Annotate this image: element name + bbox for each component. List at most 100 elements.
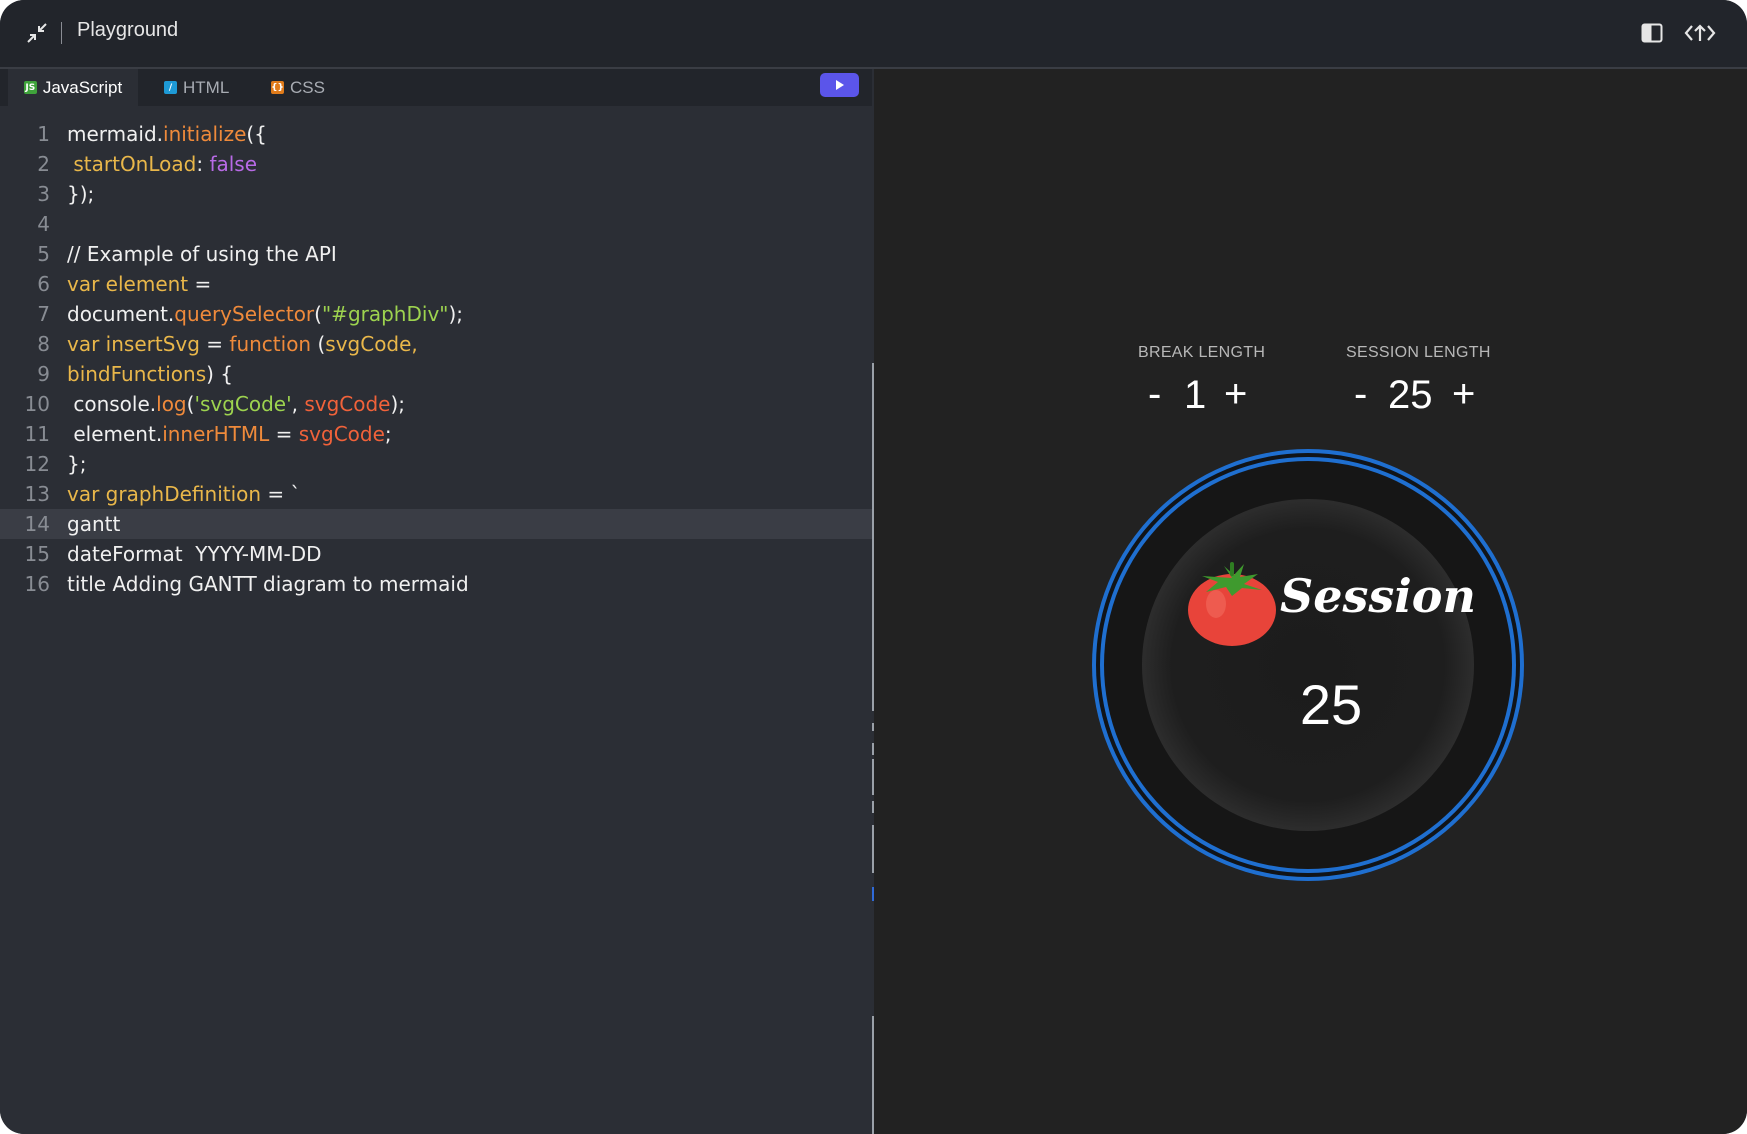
- code-token: startOnLoad: [73, 152, 197, 176]
- code-line[interactable]: 5 // Example of using the API: [0, 239, 872, 269]
- code-line[interactable]: 9 bindFunctions) {: [0, 359, 872, 389]
- code-token: element.: [67, 422, 163, 446]
- code-line[interactable]: 14 gantt: [0, 509, 872, 539]
- code-token: "#graphDiv": [321, 302, 449, 326]
- title-separator: [61, 22, 62, 44]
- timer-display: 25: [1299, 673, 1363, 736]
- playground-window: Playground JS JavaScript / HTML {} CSS 1…: [0, 0, 1747, 1134]
- play-icon: [835, 80, 844, 90]
- editor-tab-bar: JS JavaScript / HTML {} CSS: [0, 69, 872, 106]
- line-number: 11: [24, 422, 50, 446]
- clock-session-label: Session: [1280, 569, 1476, 623]
- break-length-value: 1: [1184, 373, 1207, 417]
- code-line[interactable]: 15 dateFormat YYYY-MM-DD: [0, 539, 872, 569]
- code-token: = `: [261, 482, 301, 506]
- tab-javascript[interactable]: JS JavaScript: [8, 69, 138, 106]
- code-token: initialize: [163, 122, 247, 146]
- break-decrement-button[interactable]: -: [1148, 374, 1161, 414]
- code-token: title Adding GANTT diagram to mermaid: [67, 572, 469, 596]
- code-token: (: [311, 332, 326, 356]
- code-token: svgCode,: [325, 332, 418, 356]
- session-clock[interactable]: [1090, 447, 1526, 883]
- tab-label: JavaScript: [42, 77, 123, 97]
- code-line[interactable]: 3});: [0, 179, 872, 209]
- line-number: 15: [24, 542, 50, 566]
- code-text: gantt: [67, 509, 120, 539]
- line-number: 10: [24, 392, 50, 416]
- code-token: =: [188, 272, 212, 296]
- code-text: var insertSvg = function (svgCode,: [67, 329, 418, 359]
- tab-label: CSS: [290, 77, 325, 97]
- tab-html[interactable]: / HTML: [164, 69, 229, 106]
- code-token: });: [67, 182, 95, 206]
- code-text: document.querySelector("#graphDiv");: [67, 299, 463, 329]
- code-token: };: [67, 452, 87, 476]
- code-token: svgCode: [304, 392, 391, 416]
- code-token: var insertSvg: [67, 332, 200, 356]
- session-length-value: 25: [1388, 373, 1433, 417]
- session-decrement-button[interactable]: -: [1354, 374, 1367, 414]
- code-token: console.: [67, 392, 157, 416]
- code-token: innerHTML: [162, 422, 270, 446]
- code-line[interactable]: 7 document.querySelector("#graphDiv");: [0, 299, 872, 329]
- code-token: ) {: [206, 362, 234, 386]
- code-text: bindFunctions) {: [67, 359, 233, 389]
- code-text: dateFormat YYYY-MM-DD: [67, 539, 322, 569]
- code-line[interactable]: 16 title Adding GANTT diagram to mermaid: [0, 569, 872, 599]
- html-icon: /: [164, 81, 177, 94]
- code-token: function: [229, 332, 312, 356]
- code-text: var element =: [67, 269, 211, 299]
- share-icon[interactable]: [1684, 20, 1716, 46]
- code-text: title Adding GANTT diagram to mermaid: [67, 569, 469, 599]
- code-text: mermaid.initialize({: [67, 119, 267, 149]
- run-button[interactable]: [820, 73, 859, 97]
- code-token: querySelector: [174, 302, 315, 326]
- break-increment-button[interactable]: +: [1224, 374, 1247, 414]
- code-line[interactable]: 1 mermaid.initialize({: [0, 119, 872, 149]
- line-number: 8: [37, 332, 50, 356]
- code-token: dateFormat YYYY-MM-DD: [67, 542, 322, 566]
- code-line[interactable]: 12};: [0, 449, 872, 479]
- code-line[interactable]: 6 var element =: [0, 269, 872, 299]
- code-text: var graphDefinition = `: [67, 479, 301, 509]
- line-number: 16: [24, 572, 50, 596]
- line-number: 4: [37, 212, 50, 236]
- code-line[interactable]: 11 element.innerHTML = svgCode;: [0, 419, 872, 449]
- session-increment-button[interactable]: +: [1452, 374, 1475, 414]
- line-number: 14: [24, 512, 50, 536]
- preview-pane: BREAK LENGTH - 1 + SESSION LENGTH - 25 +: [874, 69, 1747, 1134]
- code-text: startOnLoad: false: [67, 149, 257, 179]
- code-line[interactable]: 4: [0, 209, 872, 239]
- line-number: 12: [24, 452, 50, 476]
- code-token: =: [199, 332, 230, 356]
- code-token: );: [448, 302, 464, 326]
- line-number: 7: [37, 302, 50, 326]
- line-number: 2: [37, 152, 50, 176]
- panel-toggle-icon[interactable]: [1641, 22, 1663, 44]
- code-token: ;: [384, 422, 392, 446]
- tomato-icon: [1188, 562, 1276, 646]
- line-number: 5: [37, 242, 50, 266]
- code-editor: JS JavaScript / HTML {} CSS 1 mermaid.ini…: [0, 69, 872, 1134]
- code-token: var element: [67, 272, 189, 296]
- tab-label: HTML: [183, 77, 230, 97]
- tab-css[interactable]: {} CSS: [271, 69, 325, 106]
- code-token: mermaid.: [67, 122, 164, 146]
- code-text: });: [67, 179, 94, 209]
- line-number: 3: [37, 182, 50, 206]
- window-title: Playground: [77, 19, 179, 41]
- code-token: ,: [291, 392, 305, 416]
- code-token: var graphDefinition: [67, 482, 262, 506]
- js-icon: JS: [23, 81, 37, 94]
- code-token: =: [269, 422, 299, 446]
- code-token: 'svgCode': [194, 392, 292, 416]
- code-line[interactable]: 8 var insertSvg = function (svgCode,: [0, 329, 872, 359]
- code-text: // Example of using the API: [67, 239, 337, 269]
- code-line[interactable]: 10 console.log('svgCode', svgCode);: [0, 389, 872, 419]
- code-token: false: [209, 152, 258, 176]
- break-length-label: BREAK LENGTH: [1138, 344, 1266, 361]
- collapse-icon[interactable]: [26, 22, 48, 44]
- code-text: console.log('svgCode', svgCode);: [67, 389, 405, 419]
- code-line[interactable]: 13 var graphDefinition = `: [0, 479, 872, 509]
- code-line[interactable]: 2 startOnLoad: false: [0, 149, 872, 179]
